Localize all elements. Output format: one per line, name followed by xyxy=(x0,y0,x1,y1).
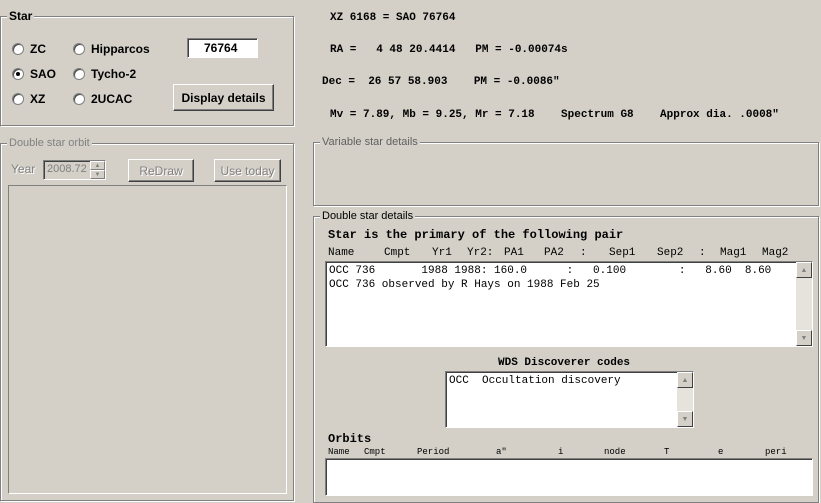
radio-sao-label: SAO xyxy=(30,67,57,81)
orbit-col-node: node xyxy=(604,447,626,457)
orbit-col-e: e xyxy=(718,447,724,457)
radio-hipparcos-label: Hipparcos xyxy=(91,42,150,56)
col-pa1: PA1 xyxy=(504,247,524,259)
pair-list-scrollbar[interactable]: ▲ ▼ xyxy=(796,262,812,346)
year-label: Year xyxy=(11,162,36,176)
radio-xz-dot[interactable] xyxy=(12,93,24,105)
pair-heading: Star is the primary of the following pai… xyxy=(328,228,624,242)
orbit-col-i: i xyxy=(558,447,564,457)
wds-row: OCC Occultation discovery xyxy=(449,375,621,387)
wds-list-scrollbar[interactable]: ▲ ▼ xyxy=(677,372,693,427)
col-cmpt: Cmpt xyxy=(384,247,411,259)
col-name: Name xyxy=(328,247,355,259)
radio-sao[interactable]: SAO xyxy=(12,67,56,81)
year-spin-up-icon[interactable]: ▲ xyxy=(90,161,105,170)
orbits-columns-header: Name Cmpt Period a" i node T e peri xyxy=(328,447,808,458)
ra-line: RA = 4 48 20.4414 PM = -0.00074s xyxy=(330,44,568,56)
orbit-group-title: Double star orbit xyxy=(7,136,92,150)
year-value: 2008.72 xyxy=(47,163,87,175)
pair-list[interactable]: OCC 736 1988 1988: 160.0 : 0.100 : 8.60 … xyxy=(325,261,813,347)
radio-tycho2-dot[interactable] xyxy=(73,68,85,80)
orbit-col-peri: peri xyxy=(765,447,787,457)
wds-list[interactable]: OCC Occultation discovery ▲ ▼ xyxy=(445,371,694,428)
col-sep1: Sep1 xyxy=(609,247,636,259)
radio-tycho2-label: Tycho-2 xyxy=(91,67,137,81)
col-yr2: Yr2: xyxy=(467,247,494,259)
col-sep-b: : xyxy=(699,247,706,259)
use-today-button[interactable]: Use today xyxy=(214,159,281,182)
display-details-button[interactable]: Display details xyxy=(173,84,274,111)
double-star-group-title: Double star details xyxy=(320,209,416,223)
radio-2ucac-dot[interactable] xyxy=(73,93,85,105)
pair-columns-header: Name Cmpt Yr1 Yr2: PA1 PA2 : Sep1 Sep2 :… xyxy=(328,247,798,261)
col-sep-a: : xyxy=(580,247,587,259)
col-yr1: Yr1 xyxy=(432,247,452,259)
pair-observation-row: OCC 736 observed by R Hays on 1988 Feb 2… xyxy=(329,279,600,291)
wds-scroll-down-icon[interactable]: ▼ xyxy=(677,411,693,427)
radio-zc-label: ZC xyxy=(30,42,46,56)
radio-2ucac[interactable]: 2UCAC xyxy=(73,92,132,106)
magnitudes-line: Mv = 7.89, Mb = 9.25, Mr = 7.18 Spectrum… xyxy=(330,109,779,121)
star-group-title: Star xyxy=(7,9,35,23)
variable-star-group-title: Variable star details xyxy=(320,135,420,149)
radio-zc[interactable]: ZC xyxy=(12,42,46,56)
radio-sao-dot[interactable] xyxy=(12,68,24,80)
radio-hipparcos[interactable]: Hipparcos xyxy=(73,42,150,56)
radio-zc-dot[interactable] xyxy=(12,43,24,55)
col-mag2: Mag2 xyxy=(762,247,789,259)
radio-2ucac-label: 2UCAC xyxy=(91,92,133,106)
col-pa2: PA2 xyxy=(544,247,564,259)
radio-hipparcos-dot[interactable] xyxy=(73,43,85,55)
dec-line: Dec = 26 57 58.903 PM = -0.0086" xyxy=(322,76,560,88)
variable-star-group: Variable star details xyxy=(313,135,819,206)
col-sep2: Sep2 xyxy=(657,247,684,259)
orbits-list[interactable] xyxy=(325,458,813,496)
orbit-col-name: Name xyxy=(328,447,350,457)
wds-title: WDS Discoverer codes xyxy=(498,357,631,369)
star-number-input[interactable]: 76764 xyxy=(187,38,258,58)
orbit-plot-area xyxy=(8,185,287,494)
scroll-down-icon[interactable]: ▼ xyxy=(796,330,812,346)
col-mag1: Mag1 xyxy=(720,247,747,259)
year-stepper[interactable]: 2008.72 ▲ ▼ xyxy=(43,160,106,180)
redraw-button[interactable]: ReDraw xyxy=(128,159,194,182)
orbit-col-t: T xyxy=(664,447,670,457)
star-number-value: 76764 xyxy=(204,41,238,55)
radio-tycho2[interactable]: Tycho-2 xyxy=(73,67,136,81)
orbit-col-period: Period xyxy=(417,447,450,457)
star-id-line: XZ 6168 = SAO 76764 xyxy=(330,12,456,24)
orbits-title: Orbits xyxy=(328,432,372,446)
radio-xz[interactable]: XZ xyxy=(12,92,45,106)
wds-scroll-up-icon[interactable]: ▲ xyxy=(677,372,693,388)
radio-xz-label: XZ xyxy=(30,92,46,106)
orbit-col-a: a" xyxy=(496,447,507,457)
year-spin-down-icon[interactable]: ▼ xyxy=(90,170,105,179)
orbit-col-cmpt: Cmpt xyxy=(364,447,386,457)
pair-row: OCC 736 1988 1988: 160.0 : 0.100 : 8.60 … xyxy=(329,265,772,277)
scroll-up-icon[interactable]: ▲ xyxy=(796,262,812,278)
